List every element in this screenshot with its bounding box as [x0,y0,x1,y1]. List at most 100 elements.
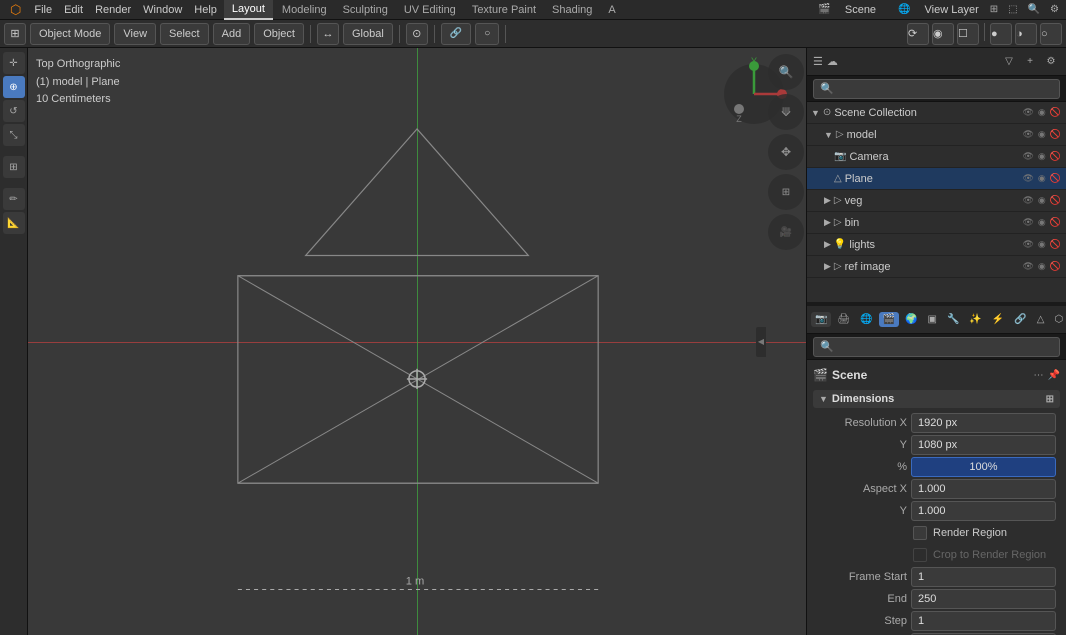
scene-col-restrict-2[interactable]: ◉ [1037,107,1047,118]
tab-texture-paint[interactable]: Texture Paint [465,0,543,19]
scene-name[interactable]: Scene [841,4,880,16]
topbar-icon-4[interactable]: ⚙ [1047,4,1062,15]
outliner-settings-btn[interactable]: ⚙ [1042,53,1060,71]
tree-item-plane[interactable]: △ Plane 👁 ◉ 🚫 [807,168,1066,190]
res-y-value[interactable]: 1080 px [911,435,1056,455]
tree-item-veg[interactable]: ▶ ▷ veg 👁 ◉ 🚫 [807,190,1066,212]
zoom-extent-icon[interactable]: ⟱ [768,94,804,130]
veg-s[interactable]: 🚫 [1049,195,1062,206]
plane-r[interactable]: ◉ [1037,173,1047,184]
tab-shading[interactable]: Shading [545,0,599,19]
transform-tool-btn[interactable]: ⊞ [3,156,25,178]
move-tool-btn[interactable]: ⊕ [3,76,25,98]
transform-icon-btn[interactable]: ↔ [317,23,339,45]
bin-r[interactable]: ◉ [1037,217,1047,228]
view-btn[interactable]: View [114,23,156,45]
tab-layout[interactable]: Layout [224,0,273,20]
model-restrict-r[interactable]: ◉ [1037,129,1047,140]
tab-uv-editing[interactable]: UV Editing [397,0,463,19]
aspect-x-value[interactable]: 1.000 [911,479,1056,499]
ref-r[interactable]: ◉ [1037,261,1047,272]
snap-btn[interactable]: 🔗 [441,23,471,45]
res-x-value[interactable]: 1920 px [911,413,1056,433]
prop-icon-scene[interactable]: 🎬 [879,312,899,327]
ref-v[interactable]: 👁 [1021,261,1034,272]
measure-btn[interactable]: 📐 [3,212,25,234]
transform-btn[interactable]: Global [343,23,393,45]
outliner-editor-icon[interactable]: ☰ [813,55,823,68]
prop-icon-material[interactable]: ⬡ [1050,312,1066,327]
topbar-icon-2[interactable]: ⬚ [1005,4,1020,15]
prop-icon-constraints[interactable]: 🔗 [1010,312,1030,327]
annotate-btn[interactable]: ✏ [3,188,25,210]
camera-r[interactable]: ◉ [1037,151,1047,162]
bin-s[interactable]: 🚫 [1049,217,1062,228]
frame-start-value[interactable]: 1 [911,567,1056,587]
editor-type-btn[interactable]: ⊞ [4,23,26,45]
scene-col-restrict-1[interactable]: 👁 [1021,107,1034,118]
tab-modeling[interactable]: Modeling [275,0,334,19]
viewport[interactable]: Top Orthographic (1) model | Plane 10 Ce… [28,48,806,635]
prop-icon-render[interactable]: 📷 [811,312,831,327]
view-layer-name[interactable]: View Layer [921,4,983,16]
lights-r[interactable]: ◉ [1037,239,1047,250]
tree-item-scene-collection[interactable]: ▼ ⊙ Scene Collection 👁 ◉ 🚫 [807,102,1066,124]
menu-help[interactable]: Help [189,0,222,19]
aspect-y-value[interactable]: 1.000 [911,501,1056,521]
camera-view-icon[interactable]: 🎥 [768,214,804,250]
blender-logo[interactable]: ⬡ [4,0,27,19]
rotate-tool-btn[interactable]: ↺ [3,100,25,122]
solid-btn[interactable]: ● [990,23,1012,45]
scene-col-restrict-3[interactable]: 🚫 [1049,107,1062,118]
gizmo-btn[interactable]: ⟳ [907,23,929,45]
render-preview-btn[interactable]: ○ [1040,23,1062,45]
prop-icon-object[interactable]: ▣ [924,312,941,327]
plane-s[interactable]: 🚫 [1049,173,1062,184]
dimensions-options-icon[interactable]: ⊞ [1046,394,1054,405]
prop-icon-output[interactable]: 🖨 [833,312,854,327]
collapse-right-arrow[interactable]: ◀ [756,327,766,357]
render-region-checkbox[interactable] [913,526,927,540]
camera-v[interactable]: 👁 [1021,151,1034,162]
outliner-filter-btn[interactable]: ▽ [1000,53,1018,71]
step-value[interactable]: 1 [911,611,1056,631]
tree-item-bin[interactable]: ▶ ▷ bin 👁 ◉ 🚫 [807,212,1066,234]
select-btn[interactable]: Select [160,23,209,45]
tree-item-ref-image[interactable]: ▶ ▷ ref image 👁 ◉ 🚫 [807,256,1066,278]
crop-checkbox[interactable] [913,548,927,562]
tree-item-camera[interactable]: 📷 Camera 👁 ◉ 🚫 [807,146,1066,168]
cursor-tool-btn[interactable]: ✛ [3,52,25,74]
menu-file[interactable]: File [29,0,57,19]
mat-preview-btn[interactable]: ◑ [1015,23,1037,45]
veg-v[interactable]: 👁 [1021,195,1034,206]
model-restrict-s[interactable]: 🚫 [1049,129,1062,140]
tree-item-model[interactable]: ▼ ▷ model 👁 ◉ 🚫 [807,124,1066,146]
lights-v[interactable]: 👁 [1021,239,1034,250]
grid-toggle-icon[interactable]: ⊞ [768,174,804,210]
scene-pin-icon[interactable]: 📌 [1048,370,1060,381]
xray-btn[interactable]: ☐ [957,23,979,45]
tab-a[interactable]: A [601,0,622,19]
lights-s[interactable]: 🚫 [1049,239,1062,250]
plane-v[interactable]: 👁 [1021,173,1034,184]
model-restrict-v[interactable]: 👁 [1021,129,1034,140]
bin-v[interactable]: 👁 [1021,217,1034,228]
pan-icon[interactable]: ✥ [768,134,804,170]
percent-value[interactable]: 100% [911,457,1056,477]
object-mode-btn[interactable]: Object Mode [30,23,110,45]
prop-icon-world[interactable]: 🌍 [901,312,921,327]
outliner-mode-icon[interactable]: ☁ [827,55,838,68]
veg-r[interactable]: ◉ [1037,195,1047,206]
menu-edit[interactable]: Edit [59,0,88,19]
tab-sculpting[interactable]: Sculpting [336,0,395,19]
properties-search-input[interactable] [813,337,1060,357]
frame-end-value[interactable]: 250 [911,589,1056,609]
prop-icon-view-layer[interactable]: 🌐 [856,312,876,327]
prop-icon-data[interactable]: △ [1033,312,1049,327]
prop-icon-physics[interactable]: ⚡ [988,312,1008,327]
overlay-btn[interactable]: ◉ [932,23,954,45]
tree-item-lights[interactable]: ▶ 💡 lights 👁 ◉ 🚫 [807,234,1066,256]
topbar-icon-1[interactable]: ⊞ [987,4,1001,15]
menu-window[interactable]: Window [138,0,187,19]
menu-render[interactable]: Render [90,0,136,19]
